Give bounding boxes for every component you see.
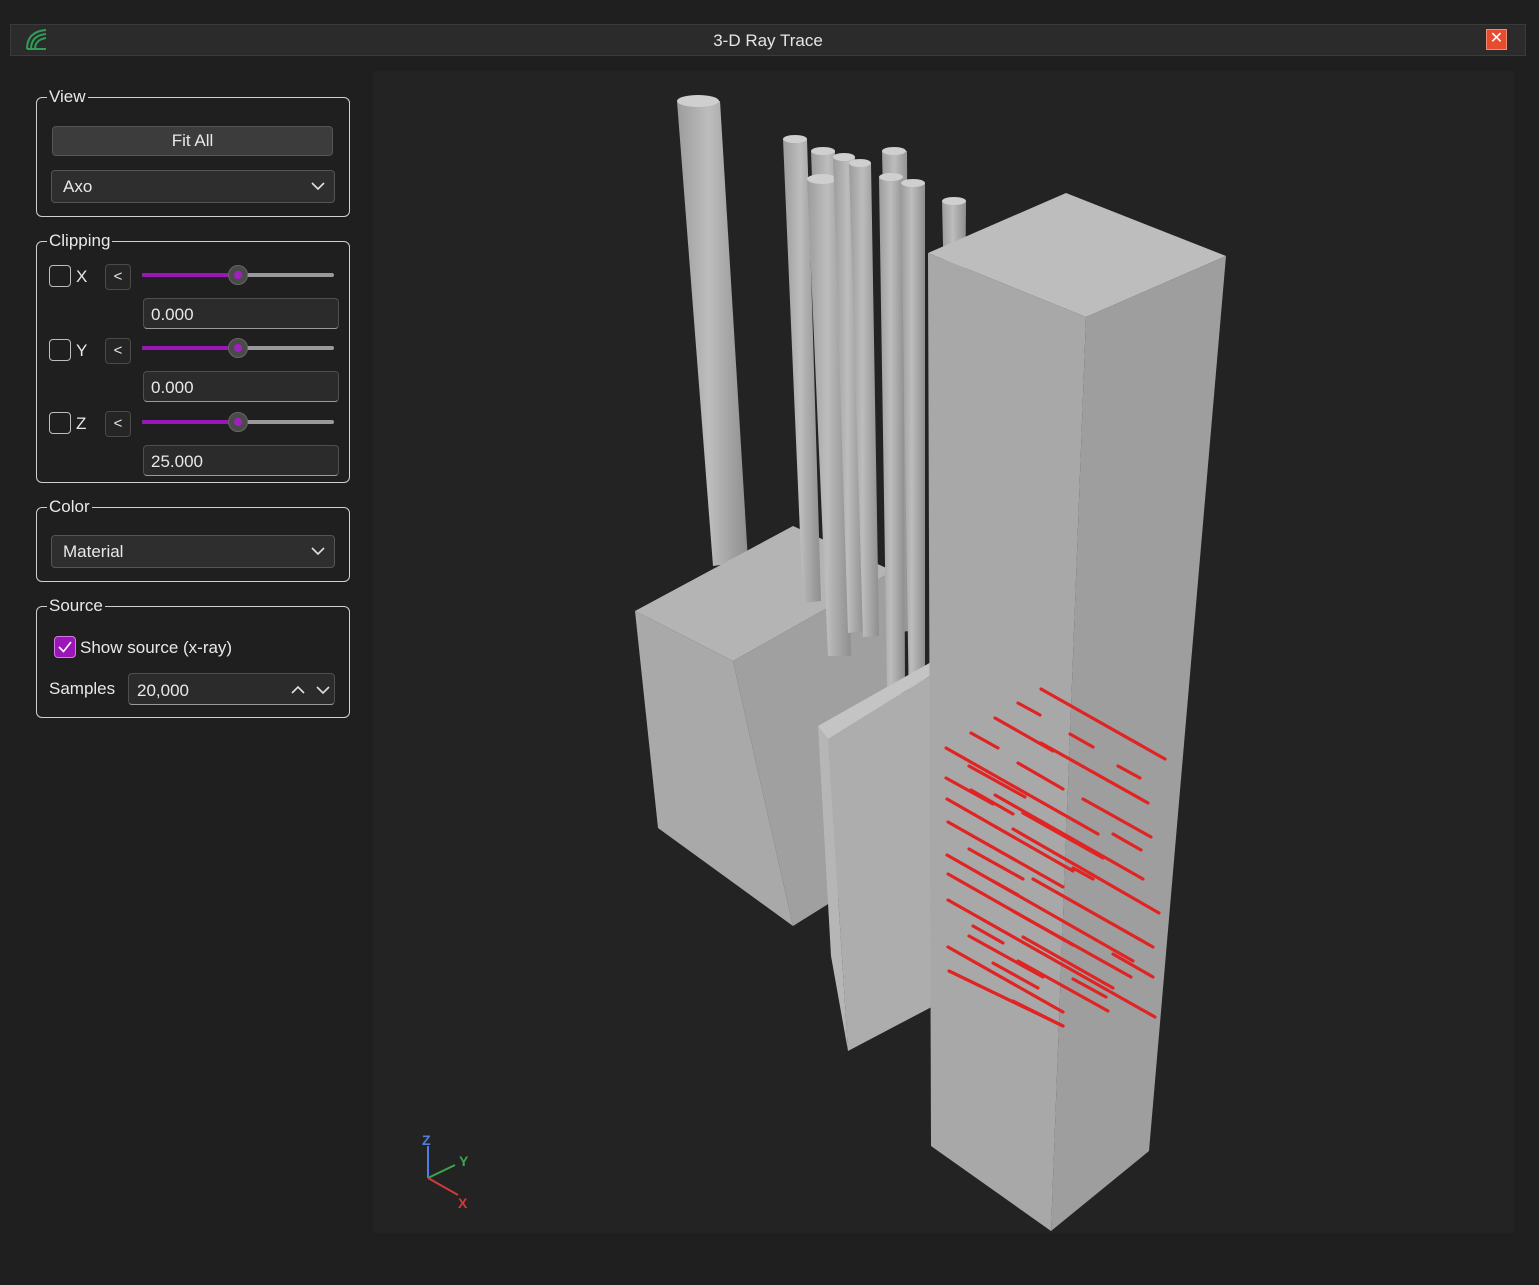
chevron-down-icon[interactable] [315, 684, 331, 696]
clip-z-value-field[interactable]: 25.000 [143, 445, 339, 476]
slider-fill [142, 346, 238, 350]
left-rod [677, 95, 748, 566]
samples-label: Samples [49, 679, 116, 698]
chevron-down-icon [311, 547, 325, 556]
triad-x-label: X [458, 1195, 468, 1211]
show-source-checkbox[interactable] [54, 636, 76, 658]
color-mode-select[interactable]: Material [51, 535, 335, 568]
clip-x-label: X [76, 267, 88, 286]
close-button[interactable]: ✕ [1486, 29, 1507, 50]
clip-z-direction-button[interactable]: < [105, 411, 131, 437]
show-source-label[interactable]: Show source (x-ray) [80, 638, 232, 658]
clip-y-checkbox[interactable] [49, 339, 71, 361]
clip-z-slider[interactable] [142, 412, 334, 432]
clip-x-value-field[interactable]: 0.000 [143, 298, 339, 329]
view-mode-value: Axo [63, 177, 93, 196]
clip-x-slider[interactable] [142, 265, 334, 285]
window-title: 3-D Ray Trace [713, 31, 823, 50]
tall-block [928, 193, 1226, 1231]
triad-y-label: Y [459, 1153, 469, 1169]
clip-z-checkbox[interactable] [49, 412, 71, 434]
triad-y-axis [427, 1164, 456, 1179]
clip-y-direction-button[interactable]: < [105, 338, 131, 364]
thin-plate [818, 661, 943, 1051]
triad-z-label: Z [422, 1132, 431, 1148]
checkmark-icon [58, 641, 72, 653]
chevron-up-icon[interactable] [290, 684, 306, 696]
slider-thumb[interactable] [228, 412, 248, 432]
slider-thumb[interactable] [228, 338, 248, 358]
clip-x-checkbox[interactable] [49, 265, 71, 287]
chevron-down-icon [311, 182, 325, 191]
view-mode-select[interactable]: Axo [51, 170, 335, 203]
fit-all-button[interactable]: Fit All [52, 126, 333, 156]
title-bar: 3-D Ray Trace ✕ [10, 24, 1526, 56]
triad-x-axis [427, 1177, 459, 1196]
color-group-legend: Color [49, 497, 90, 516]
slider-thumb[interactable] [228, 265, 248, 285]
clip-y-slider[interactable] [142, 338, 334, 358]
clip-z-label: Z [76, 414, 87, 433]
clip-x-direction-button[interactable]: < [105, 264, 131, 290]
clip-y-label: Y [76, 341, 88, 360]
3d-viewport[interactable]: Z Y X [373, 71, 1514, 1233]
orientation-triad[interactable]: Z Y X [422, 1132, 469, 1211]
slider-fill [142, 420, 238, 424]
view-group-legend: View [49, 87, 86, 106]
clipping-group-legend: Clipping [49, 231, 111, 250]
samples-value: 20,000 [137, 681, 189, 700]
scene-render: Z Y X [422, 95, 1226, 1231]
clip-y-value-field[interactable]: 0.000 [143, 371, 339, 402]
samples-spinbox[interactable]: 20,000 [128, 673, 335, 705]
color-mode-value: Material [63, 542, 124, 561]
slider-fill [142, 273, 238, 277]
source-group-legend: Source [49, 596, 103, 615]
